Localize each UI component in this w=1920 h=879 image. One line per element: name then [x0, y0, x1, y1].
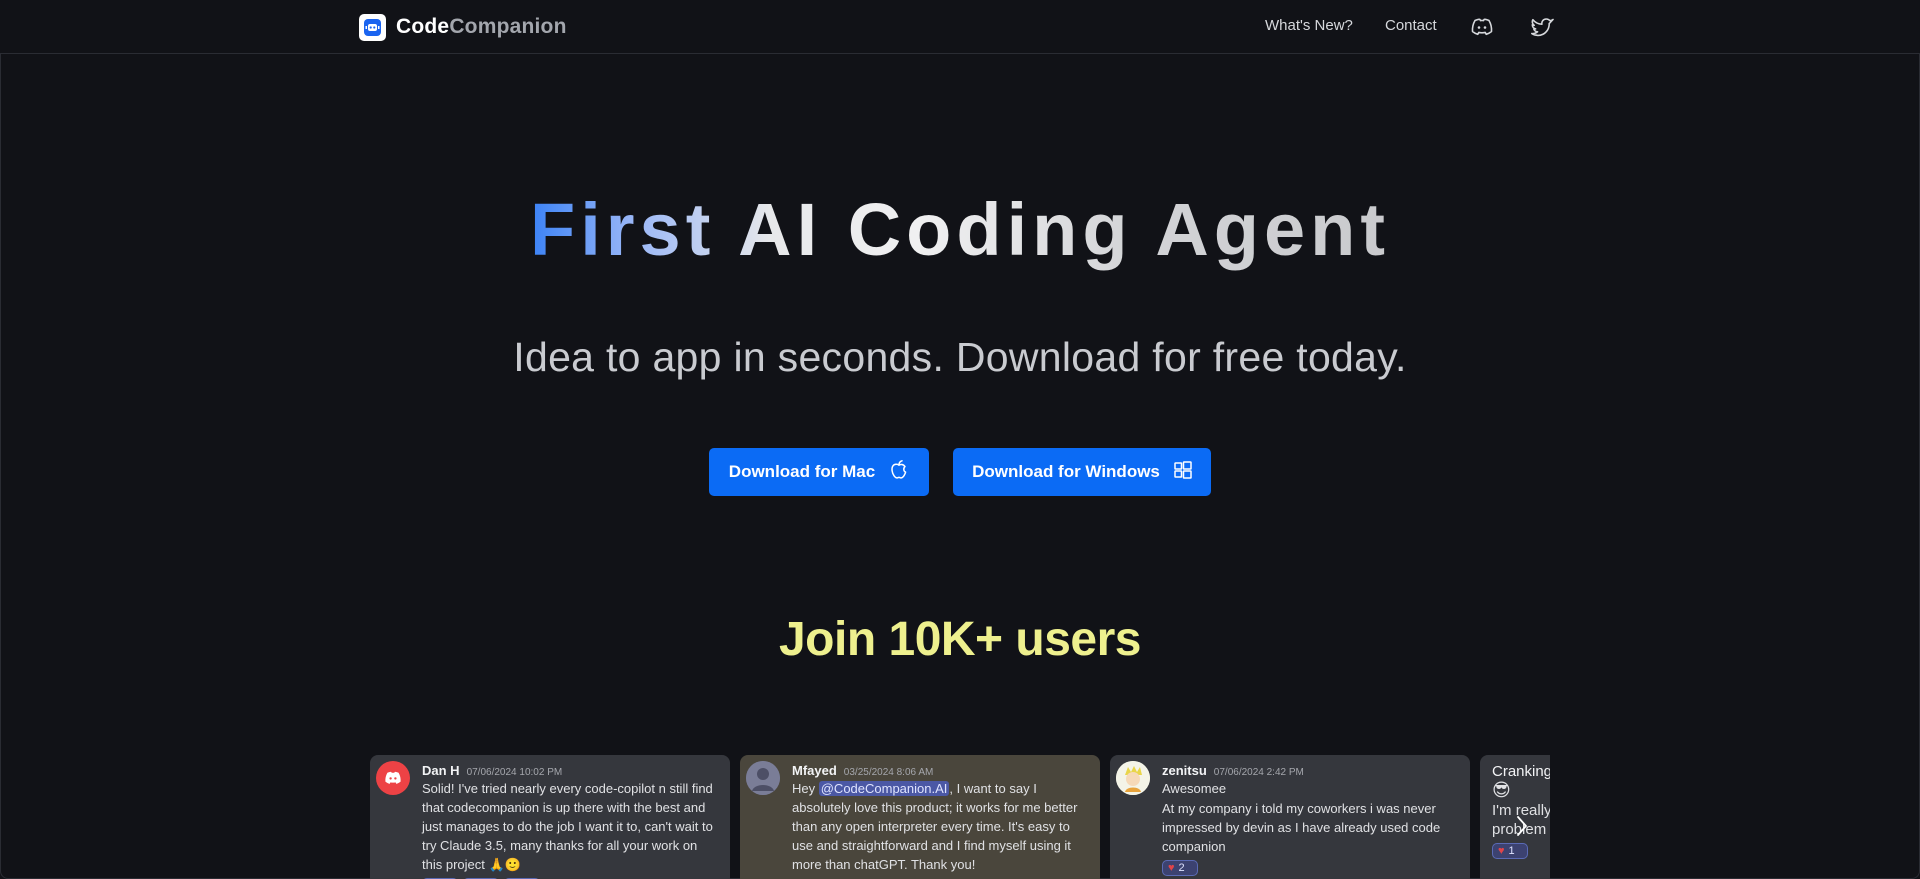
reaction-chip: ♥ 1 [1492, 843, 1528, 859]
windows-icon [1174, 460, 1192, 484]
brand-name: CodeCompanion [396, 15, 567, 39]
testimonial-card: Mfayed 03/25/2024 8:06 AM Hey @CodeCompa… [740, 755, 1100, 879]
testimonial-first-line: 😎 [1492, 780, 1511, 800]
reaction-count: 1 [1508, 845, 1515, 857]
nav-link-contact[interactable]: Contact [1385, 17, 1437, 34]
testimonial-text: At my company i told my coworkers i was … [1162, 801, 1441, 854]
top-navbar: CodeCompanion What's New? Contact [0, 0, 1920, 54]
discord-avatar-icon [376, 761, 410, 795]
reaction-chip: ♥ 2 [1162, 860, 1198, 876]
testimonial-text: Hey @CodeCompanion.AI, I want to say I a… [792, 779, 1090, 874]
testimonial-author: Mfayed [792, 763, 837, 778]
testimonial-first-line: Awesomee [1162, 781, 1227, 796]
testimonial-author: zenitsu [1162, 763, 1207, 778]
brand-name-part1: Code [396, 15, 450, 38]
testimonial-text-pre: Hey [792, 781, 819, 796]
reaction-row: ♥ 2 [1162, 860, 1460, 876]
twitter-icon[interactable] [1530, 14, 1556, 40]
testimonial-text: Solid! I've tried nearly every code-copi… [422, 781, 713, 872]
hero-title: First AI Coding Agent [0, 188, 1920, 272]
join-users-heading: Join 10K+ users [778, 613, 1142, 666]
carousel-next-chevron-icon[interactable] [1510, 814, 1534, 838]
hero-title-text: First AI Coding Agent [530, 188, 1390, 271]
reaction-row: ♥ 1 [1492, 843, 1550, 859]
reaction-count: 2 [1178, 862, 1185, 874]
testimonial-author: Cranking [1492, 763, 1550, 780]
codecompanion-logo-icon [359, 13, 386, 41]
testimonial-time: 07/06/2024 10:02 PM [466, 767, 563, 778]
window-frame [0, 0, 1920, 879]
testimonial-card: zenitsu 07/06/2024 2:42 PM Awesomee At m… [1110, 755, 1470, 879]
download-windows-button[interactable]: Download for Windows [953, 448, 1211, 496]
testimonial-card: Dan H 07/06/2024 10:02 PM Solid! I've tr… [370, 755, 730, 879]
nav-link-whats-new[interactable]: What's New? [1265, 17, 1353, 34]
brand-logo-link[interactable]: CodeCompanion [359, 13, 567, 41]
testimonials-carousel[interactable]: Dan H 07/06/2024 10:02 PM Solid! I've tr… [370, 755, 1550, 879]
mention-tag: @CodeCompanion.AI [818, 781, 950, 796]
user-avatar [746, 761, 780, 795]
brand-name-part2: Companion [449, 15, 567, 38]
download-mac-label: Download for Mac [728, 462, 876, 481]
heart-icon: ♥ [1498, 845, 1505, 857]
download-mac-button[interactable]: Download for Mac [709, 448, 929, 496]
heart-icon: ♥ [1168, 862, 1175, 874]
hero-subtitle: Idea to app in seconds. Download for fre… [513, 334, 1407, 380]
testimonial-time: 07/06/2024 2:42 PM [1213, 767, 1304, 778]
testimonial-time: 03/25/2024 8:06 AM [843, 767, 934, 778]
download-windows-label: Download for Windows [972, 462, 1160, 481]
apple-icon [889, 459, 909, 486]
user-avatar [1116, 761, 1150, 795]
discord-icon[interactable] [1469, 14, 1495, 40]
testimonial-author: Dan H [422, 763, 460, 778]
